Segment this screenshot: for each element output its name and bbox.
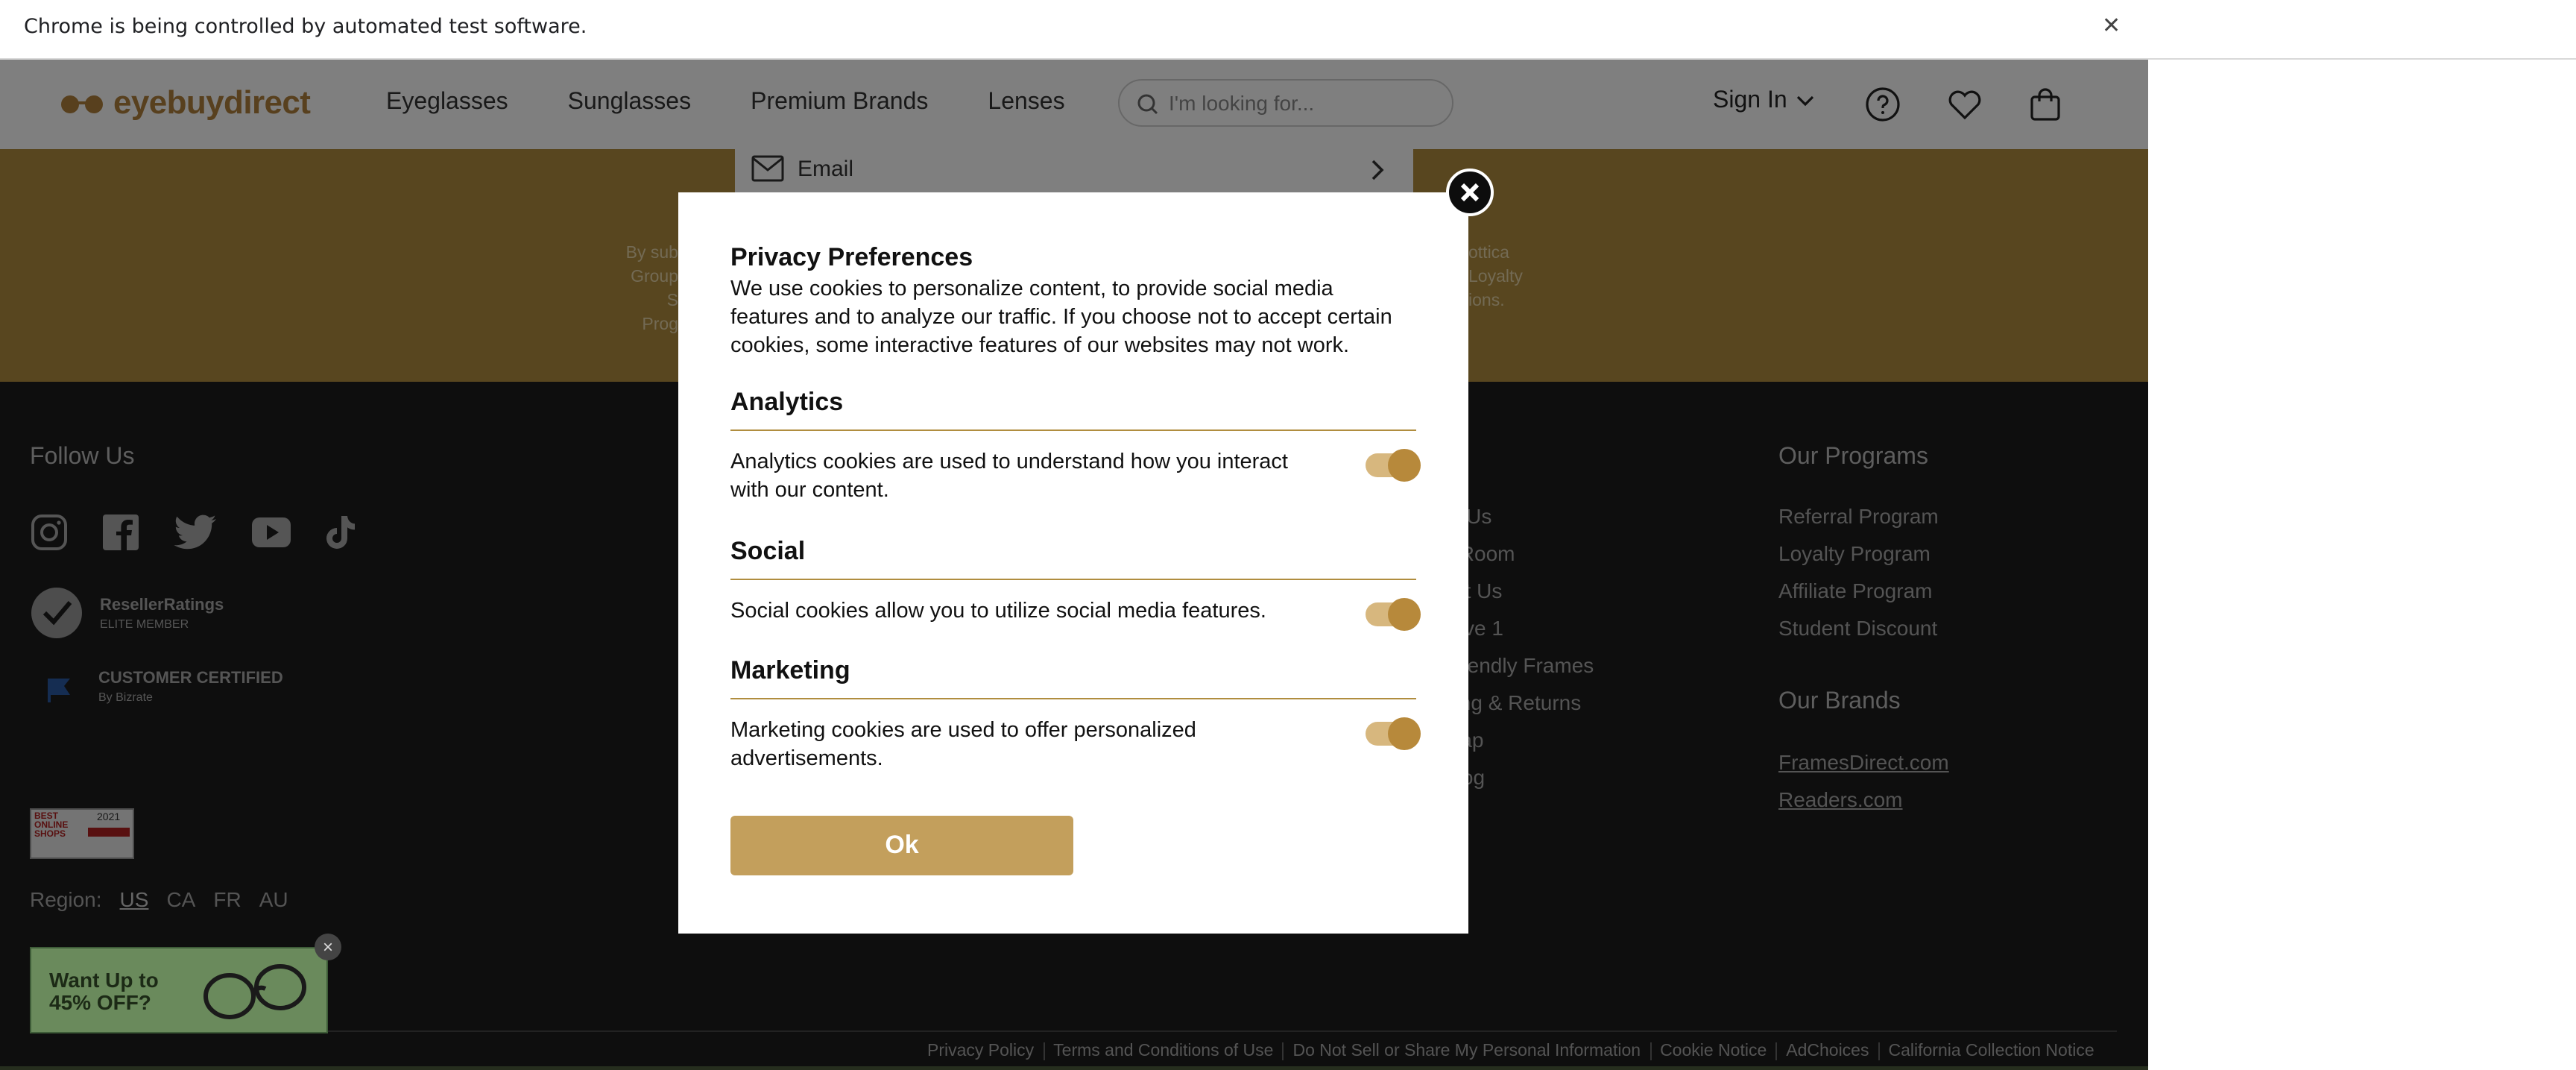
promo-card-text: Want Up to 45% OFF?: [49, 969, 159, 1014]
analytics-text: Analytics cookies are used to understand…: [730, 450, 1288, 503]
promo-card-close-icon[interactable]: ×: [315, 934, 341, 960]
analytics-divider: [730, 429, 1416, 431]
promo-card-line: 45% OFF?: [49, 990, 151, 1014]
analytics-toggle[interactable]: [1366, 449, 1421, 482]
automation-message: Chrome is being controlled by automated …: [24, 15, 587, 39]
social-toggle[interactable]: [1366, 598, 1421, 631]
promo-card-line: Want Up to: [49, 968, 159, 992]
modal-header: Privacy Preferences We use cookies to pe…: [730, 243, 1416, 361]
close-icon: [1460, 183, 1480, 202]
analytics-title: Analytics: [730, 388, 844, 416]
toggle-knob: [1388, 717, 1421, 750]
eyeglasses-icon: [203, 964, 306, 1019]
marketing-title: Marketing: [730, 656, 850, 685]
toggle-knob: [1388, 449, 1421, 482]
toggle-knob: [1388, 598, 1421, 631]
ok-button[interactable]: Ok: [730, 816, 1073, 875]
modal-intro: We use cookies to personalize content, t…: [730, 277, 1392, 358]
social-divider: [730, 579, 1416, 580]
close-icon[interactable]: ✕: [2102, 12, 2121, 39]
automation-infobar: Chrome is being controlled by automated …: [0, 0, 2576, 60]
modal-title: Privacy Preferences: [730, 243, 973, 271]
modal-close-button[interactable]: [1446, 169, 1494, 216]
discount-promo-card[interactable]: Want Up to 45% OFF? ×: [30, 934, 341, 1033]
privacy-preferences-modal: Privacy Preferences We use cookies to pe…: [678, 192, 1468, 934]
marketing-toggle[interactable]: [1366, 717, 1421, 750]
social-title: Social: [730, 537, 806, 565]
marketing-text: Marketing cookies are used to offer pers…: [730, 719, 1196, 771]
social-text: Social cookies allow you to utilize soci…: [730, 599, 1266, 623]
marketing-divider: [730, 698, 1416, 699]
